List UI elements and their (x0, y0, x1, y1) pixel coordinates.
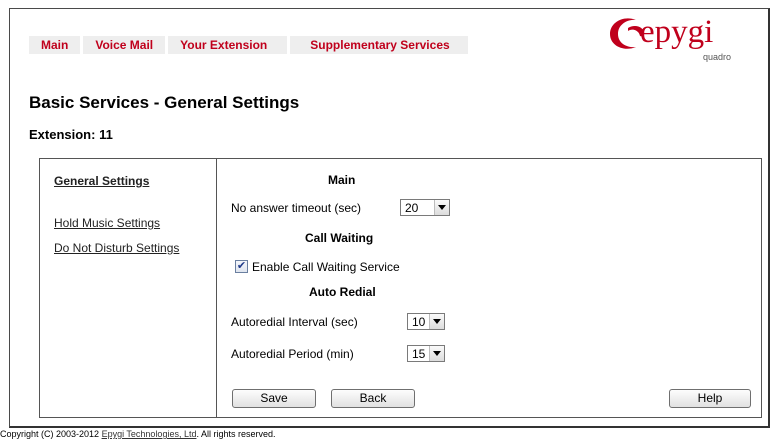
settings-content: Main No answer timeout (sec) 20 Call Wai… (218, 159, 761, 417)
chevron-down-icon (434, 200, 449, 215)
call-waiting-label: Enable Call Waiting Service (252, 260, 400, 274)
autoredial-interval-value: 10 (412, 314, 426, 329)
back-button[interactable]: Back (331, 389, 415, 408)
top-navigation: Main Voice Mail Your Extension Supplemen… (29, 36, 468, 54)
tab-voice-mail[interactable]: Voice Mail (83, 36, 165, 54)
sidebar-item-general-settings[interactable]: General Settings (54, 174, 149, 188)
epygi-logo: epygi quadro (606, 12, 731, 72)
logo-sub-text: quadro (703, 52, 732, 62)
logo-brand-text: epygi (640, 14, 714, 50)
tab-your-extension[interactable]: Your Extension (168, 36, 287, 54)
autoredial-period-select[interactable]: 15 (407, 345, 445, 362)
chevron-down-icon (429, 314, 444, 329)
section-heading-auto-redial: Auto Redial (309, 285, 376, 299)
autoredial-interval-select[interactable]: 10 (407, 313, 445, 330)
autoredial-interval-label: Autoredial Interval (sec) (231, 315, 358, 329)
tab-supplementary-services[interactable]: Supplementary Services (290, 36, 467, 54)
sidebar: General Settings Hold Music Settings Do … (40, 159, 217, 417)
save-button[interactable]: Save (232, 389, 316, 408)
section-heading-call-waiting: Call Waiting (305, 231, 374, 245)
sidebar-item-hold-music-settings[interactable]: Hold Music Settings (54, 216, 160, 230)
extension-label: Extension: 11 (29, 127, 113, 142)
settings-panel: General Settings Hold Music Settings Do … (39, 158, 762, 418)
copyright-prefix: Copyright (C) 2003-2012 (0, 429, 102, 439)
help-button[interactable]: Help (669, 389, 751, 408)
footer-copyright: Copyright (C) 2003-2012 Epygi Technologi… (0, 429, 276, 439)
tab-main[interactable]: Main (29, 36, 80, 54)
checkmark-icon: ✔ (236, 260, 247, 272)
autoredial-period-label: Autoredial Period (min) (231, 347, 354, 361)
no-answer-timeout-label: No answer timeout (sec) (231, 201, 362, 215)
chevron-down-icon (429, 346, 444, 361)
section-heading-main: Main (328, 173, 356, 187)
no-answer-timeout-value: 20 (405, 200, 419, 215)
sidebar-item-do-not-disturb-settings[interactable]: Do Not Disturb Settings (54, 241, 179, 255)
autoredial-period-value: 15 (412, 346, 426, 361)
call-waiting-checkbox[interactable]: ✔ (235, 260, 248, 273)
no-answer-timeout-select[interactable]: 20 (400, 199, 450, 216)
epygi-technologies-link[interactable]: Epygi Technologies, Ltd (102, 429, 197, 439)
page-title: Basic Services - General Settings (29, 93, 300, 112)
copyright-suffix: . All rights reserved. (196, 429, 276, 439)
